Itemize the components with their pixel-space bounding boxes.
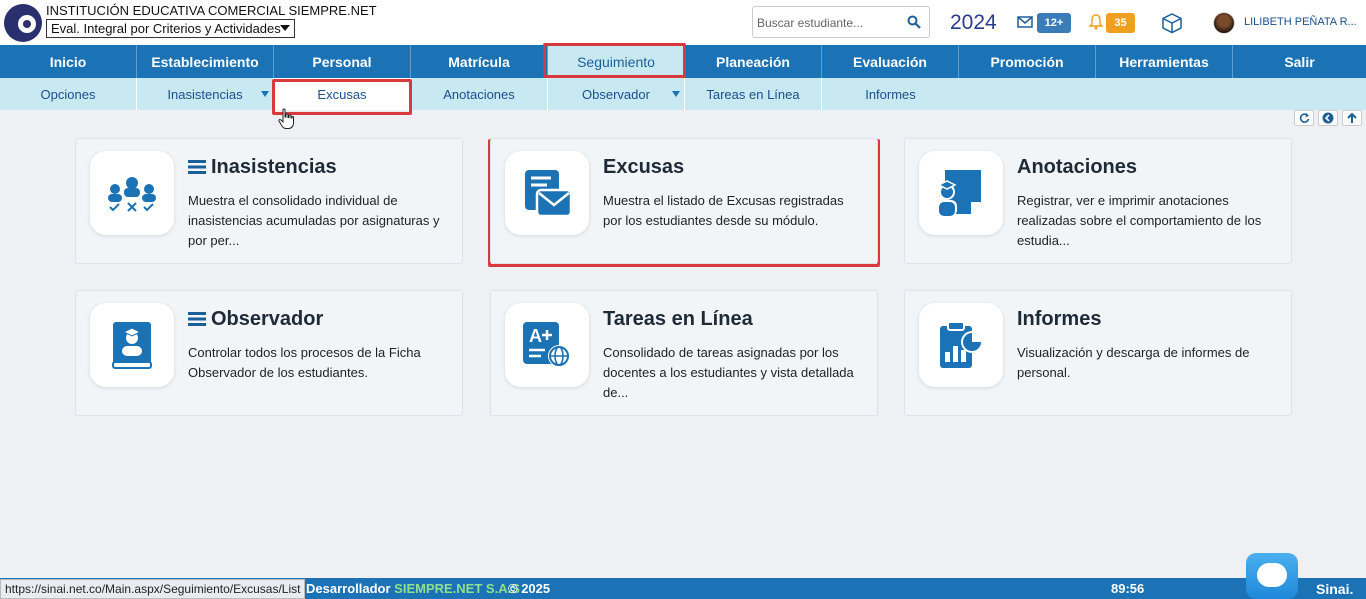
back-circle-icon <box>1322 112 1334 124</box>
student-search <box>752 6 930 38</box>
observer-book-icon <box>90 303 174 387</box>
card-anotaciones[interactable]: Anotaciones Registrar, ver e imprimir an… <box>904 138 1292 264</box>
menu-icon[interactable] <box>188 312 206 326</box>
excuse-mail-icon <box>505 151 589 235</box>
refresh-icon <box>1299 113 1310 123</box>
subnav-inasistencias[interactable]: Inasistencias <box>137 78 274 110</box>
arrow-up-icon <box>1347 112 1357 123</box>
subnav-tareas-en-linea[interactable]: Tareas en Línea <box>685 78 822 110</box>
user-avatar[interactable] <box>1213 12 1235 34</box>
card-title-text: Inasistencias <box>211 156 337 178</box>
menu-icon[interactable] <box>188 160 206 174</box>
card-title: Excusas <box>603 156 685 178</box>
card-title: Informes <box>1017 308 1102 330</box>
card-description: Muestra el consolidado individual de ina… <box>188 193 440 248</box>
sinai-logo: Sinai. <box>1316 581 1354 597</box>
nav-planeacion[interactable]: Planeación <box>685 45 822 78</box>
nav-salir[interactable]: Salir <box>1233 45 1366 78</box>
subnav-excusas[interactable]: Excusas <box>274 78 411 110</box>
dropdown-caret-icon[interactable] <box>261 91 269 97</box>
subnav-label: Informes <box>865 86 916 102</box>
nav-matricula[interactable]: Matrícula <box>411 45 548 78</box>
session-timer: 89:56 <box>1111 581 1145 596</box>
mail-icon[interactable] <box>1017 16 1033 28</box>
evaluation-type-select[interactable]: Eval. Integral por Criterios y Actividad… <box>46 19 295 38</box>
student-note-icon <box>919 151 1003 235</box>
card-observador[interactable]: Observador Controlar todos los procesos … <box>75 290 463 416</box>
user-name[interactable]: LILIBETH PEÑATA R... <box>1244 16 1357 28</box>
subnav-informes[interactable]: Informes <box>822 78 959 110</box>
card-title: Inasistencias <box>188 156 337 179</box>
developer-brand[interactable]: SIEMPRE.NET S.A.S <box>394 581 520 596</box>
browser-status-url: https://sinai.net.co/Main.aspx/Seguimien… <box>0 579 305 599</box>
back-button[interactable] <box>1318 110 1338 126</box>
page-tools <box>1294 110 1362 126</box>
nav-personal[interactable]: Personal <box>274 45 411 78</box>
school-year[interactable]: 2024 <box>950 11 997 35</box>
subnav-observador[interactable]: Observador <box>548 78 685 110</box>
nav-inicio[interactable]: Inicio <box>0 45 137 78</box>
chat-bubble-icon[interactable] <box>1246 553 1298 599</box>
institution-logo[interactable] <box>4 4 42 42</box>
nav-establecimiento[interactable]: Establecimiento <box>137 45 274 78</box>
subnav-label: Observador <box>582 86 650 102</box>
developer-credit: Desarrollador SIEMPRE.NET S.A.S <box>306 581 520 596</box>
card-informes[interactable]: Informes Visualización y descarga de inf… <box>904 290 1292 416</box>
students-attendance-icon <box>90 151 174 235</box>
chevron-down-icon <box>280 25 290 31</box>
subnav-label: Excusas <box>317 86 367 102</box>
card-title: Anotaciones <box>1017 156 1138 178</box>
top-header: INSTITUCIÓN EDUCATIVA COMERCIAL SIEMPRE.… <box>0 0 1366 45</box>
student-search-input[interactable] <box>757 13 897 33</box>
subnav-label: Anotaciones <box>443 86 515 102</box>
nav-herramientas[interactable]: Herramientas <box>1096 45 1233 78</box>
cube-icon[interactable] <box>1161 12 1183 34</box>
card-description: Consolidado de tareas asignadas por los … <box>603 345 854 400</box>
main-nav: Inicio Establecimiento Personal Matrícul… <box>0 45 1366 78</box>
card-title: Tareas en Línea <box>603 308 753 330</box>
copyright: © 2025 <box>508 581 551 596</box>
sub-nav: Opciones Inasistencias Excusas Anotacion… <box>0 78 1366 110</box>
subnav-label: Tareas en Línea <box>706 86 800 102</box>
evaluation-type-value: Eval. Integral por Criterios y Actividad… <box>51 21 281 36</box>
card-description: Visualización y descarga de informes de … <box>1017 345 1250 380</box>
subnav-opciones[interactable]: Opciones <box>0 78 137 110</box>
subnav-anotaciones[interactable]: Anotaciones <box>411 78 548 110</box>
hand-cursor-icon <box>278 108 294 129</box>
bell-icon[interactable] <box>1088 14 1104 30</box>
nav-promocion[interactable]: Promoción <box>959 45 1096 78</box>
nav-evaluacion[interactable]: Evaluación <box>822 45 959 78</box>
reports-clipboard-icon <box>919 303 1003 387</box>
card-excusas[interactable]: Excusas Muestra el listado de Excusas re… <box>490 138 878 264</box>
card-title: Observador <box>188 308 323 331</box>
subnav-label: Inasistencias <box>167 86 243 102</box>
card-inasistencias[interactable]: Inasistencias Muestra el consolidado ind… <box>75 138 463 264</box>
online-tasks-icon: A <box>505 303 589 387</box>
card-description: Registrar, ver e imprimir anotaciones re… <box>1017 193 1262 248</box>
school-name: INSTITUCIÓN EDUCATIVA COMERCIAL SIEMPRE.… <box>46 3 377 18</box>
notification-count-badge[interactable]: 35 <box>1106 13 1135 33</box>
mail-count-badge[interactable]: 12+ <box>1037 13 1071 33</box>
developer-label: Desarrollador <box>306 581 391 596</box>
card-tareas-en-linea[interactable]: A Tareas en Línea Consolidado de tareas … <box>490 290 878 416</box>
card-description: Controlar todos los procesos de la Ficha… <box>188 345 421 380</box>
scroll-top-button[interactable] <box>1342 110 1362 126</box>
card-description: Muestra el listado de Excusas registrada… <box>603 193 844 228</box>
refresh-button[interactable] <box>1294 110 1314 126</box>
svg-text:A: A <box>529 326 542 346</box>
search-icon[interactable] <box>907 15 921 29</box>
subnav-label: Opciones <box>40 86 96 102</box>
dropdown-caret-icon[interactable] <box>672 91 680 97</box>
card-title-text: Observador <box>211 308 324 330</box>
nav-seguimiento[interactable]: Seguimiento <box>548 45 685 78</box>
